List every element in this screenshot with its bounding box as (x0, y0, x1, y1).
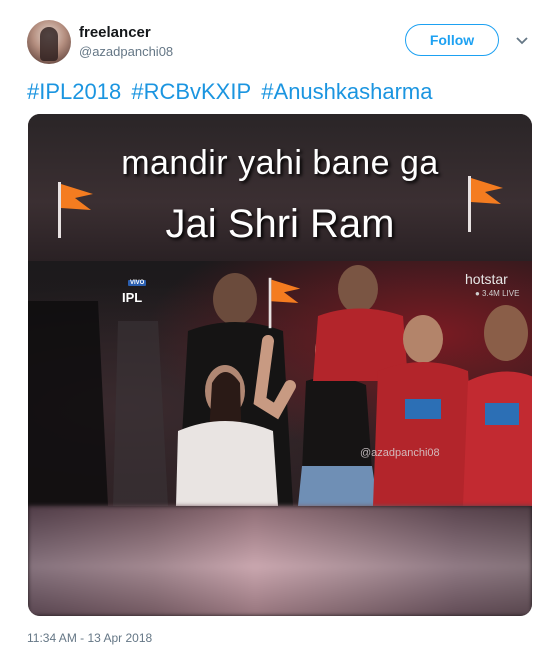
tweet-timestamp[interactable]: 11:34 AM - 13 Apr 2018 (27, 631, 152, 645)
tweet-media[interactable]: mandir yahi bane ga Jai Shri Ram VIVO IP… (28, 114, 532, 616)
hashtag-link[interactable]: #IPL2018 (27, 79, 121, 104)
hashtag-link[interactable]: #Anushkasharma (261, 79, 432, 104)
saffron-flag-icon (268, 277, 301, 329)
video-watermark: @azadpanchi08 (360, 447, 440, 459)
hashtag-link[interactable]: #RCBvKXIP (131, 79, 251, 104)
live-viewer-count: ● 3.4M LIVE (475, 289, 520, 298)
blurred-video-area (28, 506, 532, 616)
avatar[interactable] (27, 20, 71, 64)
avatar-figure (40, 27, 58, 61)
meme-caption-line1: mandir yahi bane ga (121, 144, 439, 182)
ipl-logo-badge: VIVO (128, 280, 147, 286)
follow-button[interactable]: Follow (405, 24, 499, 56)
user-handle[interactable]: @azadpanchi08 (79, 44, 173, 59)
tweet-hashtags: #IPL2018 #RCBvKXIP #Anushkasharma (27, 79, 437, 105)
ipl-logo: VIVO IPL (114, 279, 154, 307)
chevron-down-icon[interactable] (515, 36, 529, 46)
display-name[interactable]: freelancer (79, 24, 151, 41)
ipl-logo-text: IPL (122, 290, 143, 305)
meme-caption-line2: Jai Shri Ram (165, 202, 395, 246)
saffron-flag-icon (468, 176, 503, 232)
saffron-flag-icon (58, 182, 93, 238)
broadcaster-logo: hotstar (465, 271, 508, 287)
